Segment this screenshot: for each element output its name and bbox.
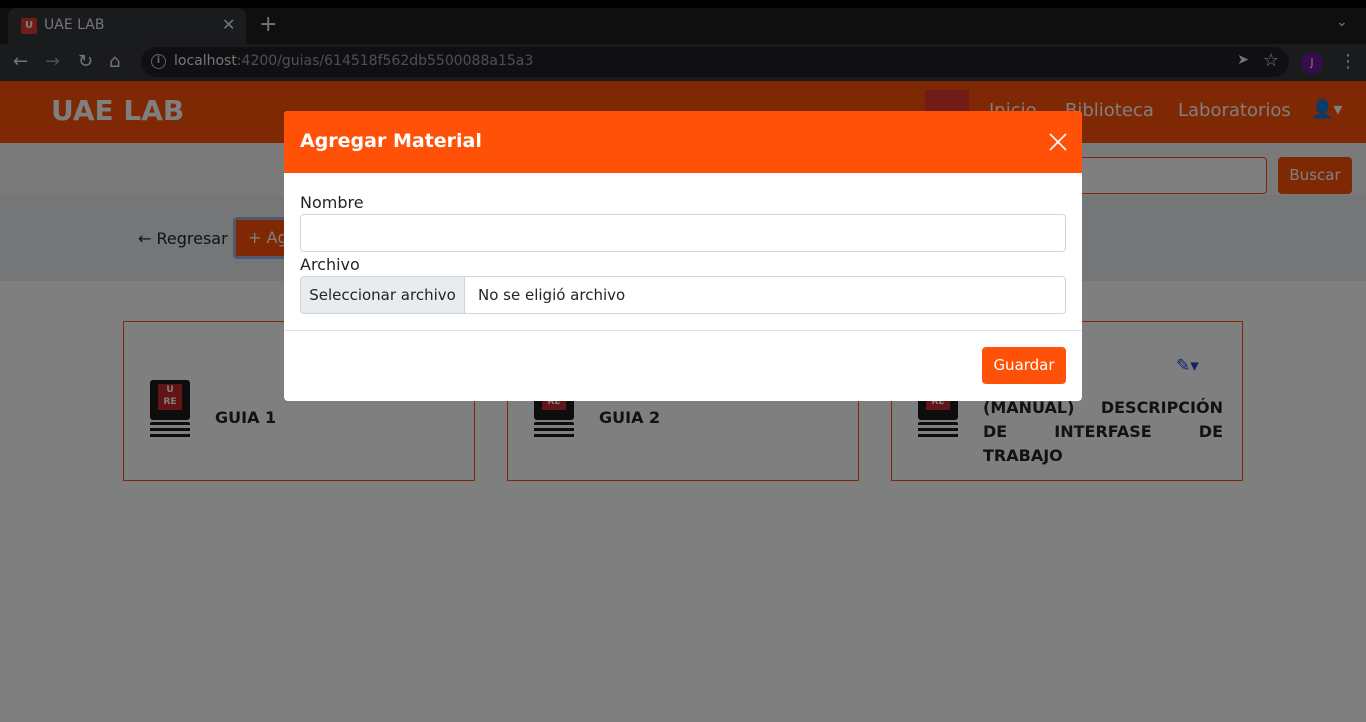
file-status-text: No se eligió archivo [478, 286, 626, 304]
file-input[interactable]: Seleccionar archivo No se eligió archivo [300, 276, 1066, 314]
modal-divider [284, 330, 1082, 331]
choose-file-button[interactable]: Seleccionar archivo [301, 277, 465, 313]
name-label: Nombre [300, 193, 364, 212]
modal-title: Agregar Material [300, 130, 482, 152]
file-label: Archivo [300, 255, 360, 274]
close-icon[interactable] [1047, 131, 1069, 153]
add-material-modal: Agregar Material Nombre Archivo Seleccio… [284, 111, 1082, 401]
save-button[interactable]: Guardar [982, 347, 1066, 384]
name-input[interactable] [300, 214, 1066, 252]
modal-header: Agregar Material [284, 111, 1082, 173]
